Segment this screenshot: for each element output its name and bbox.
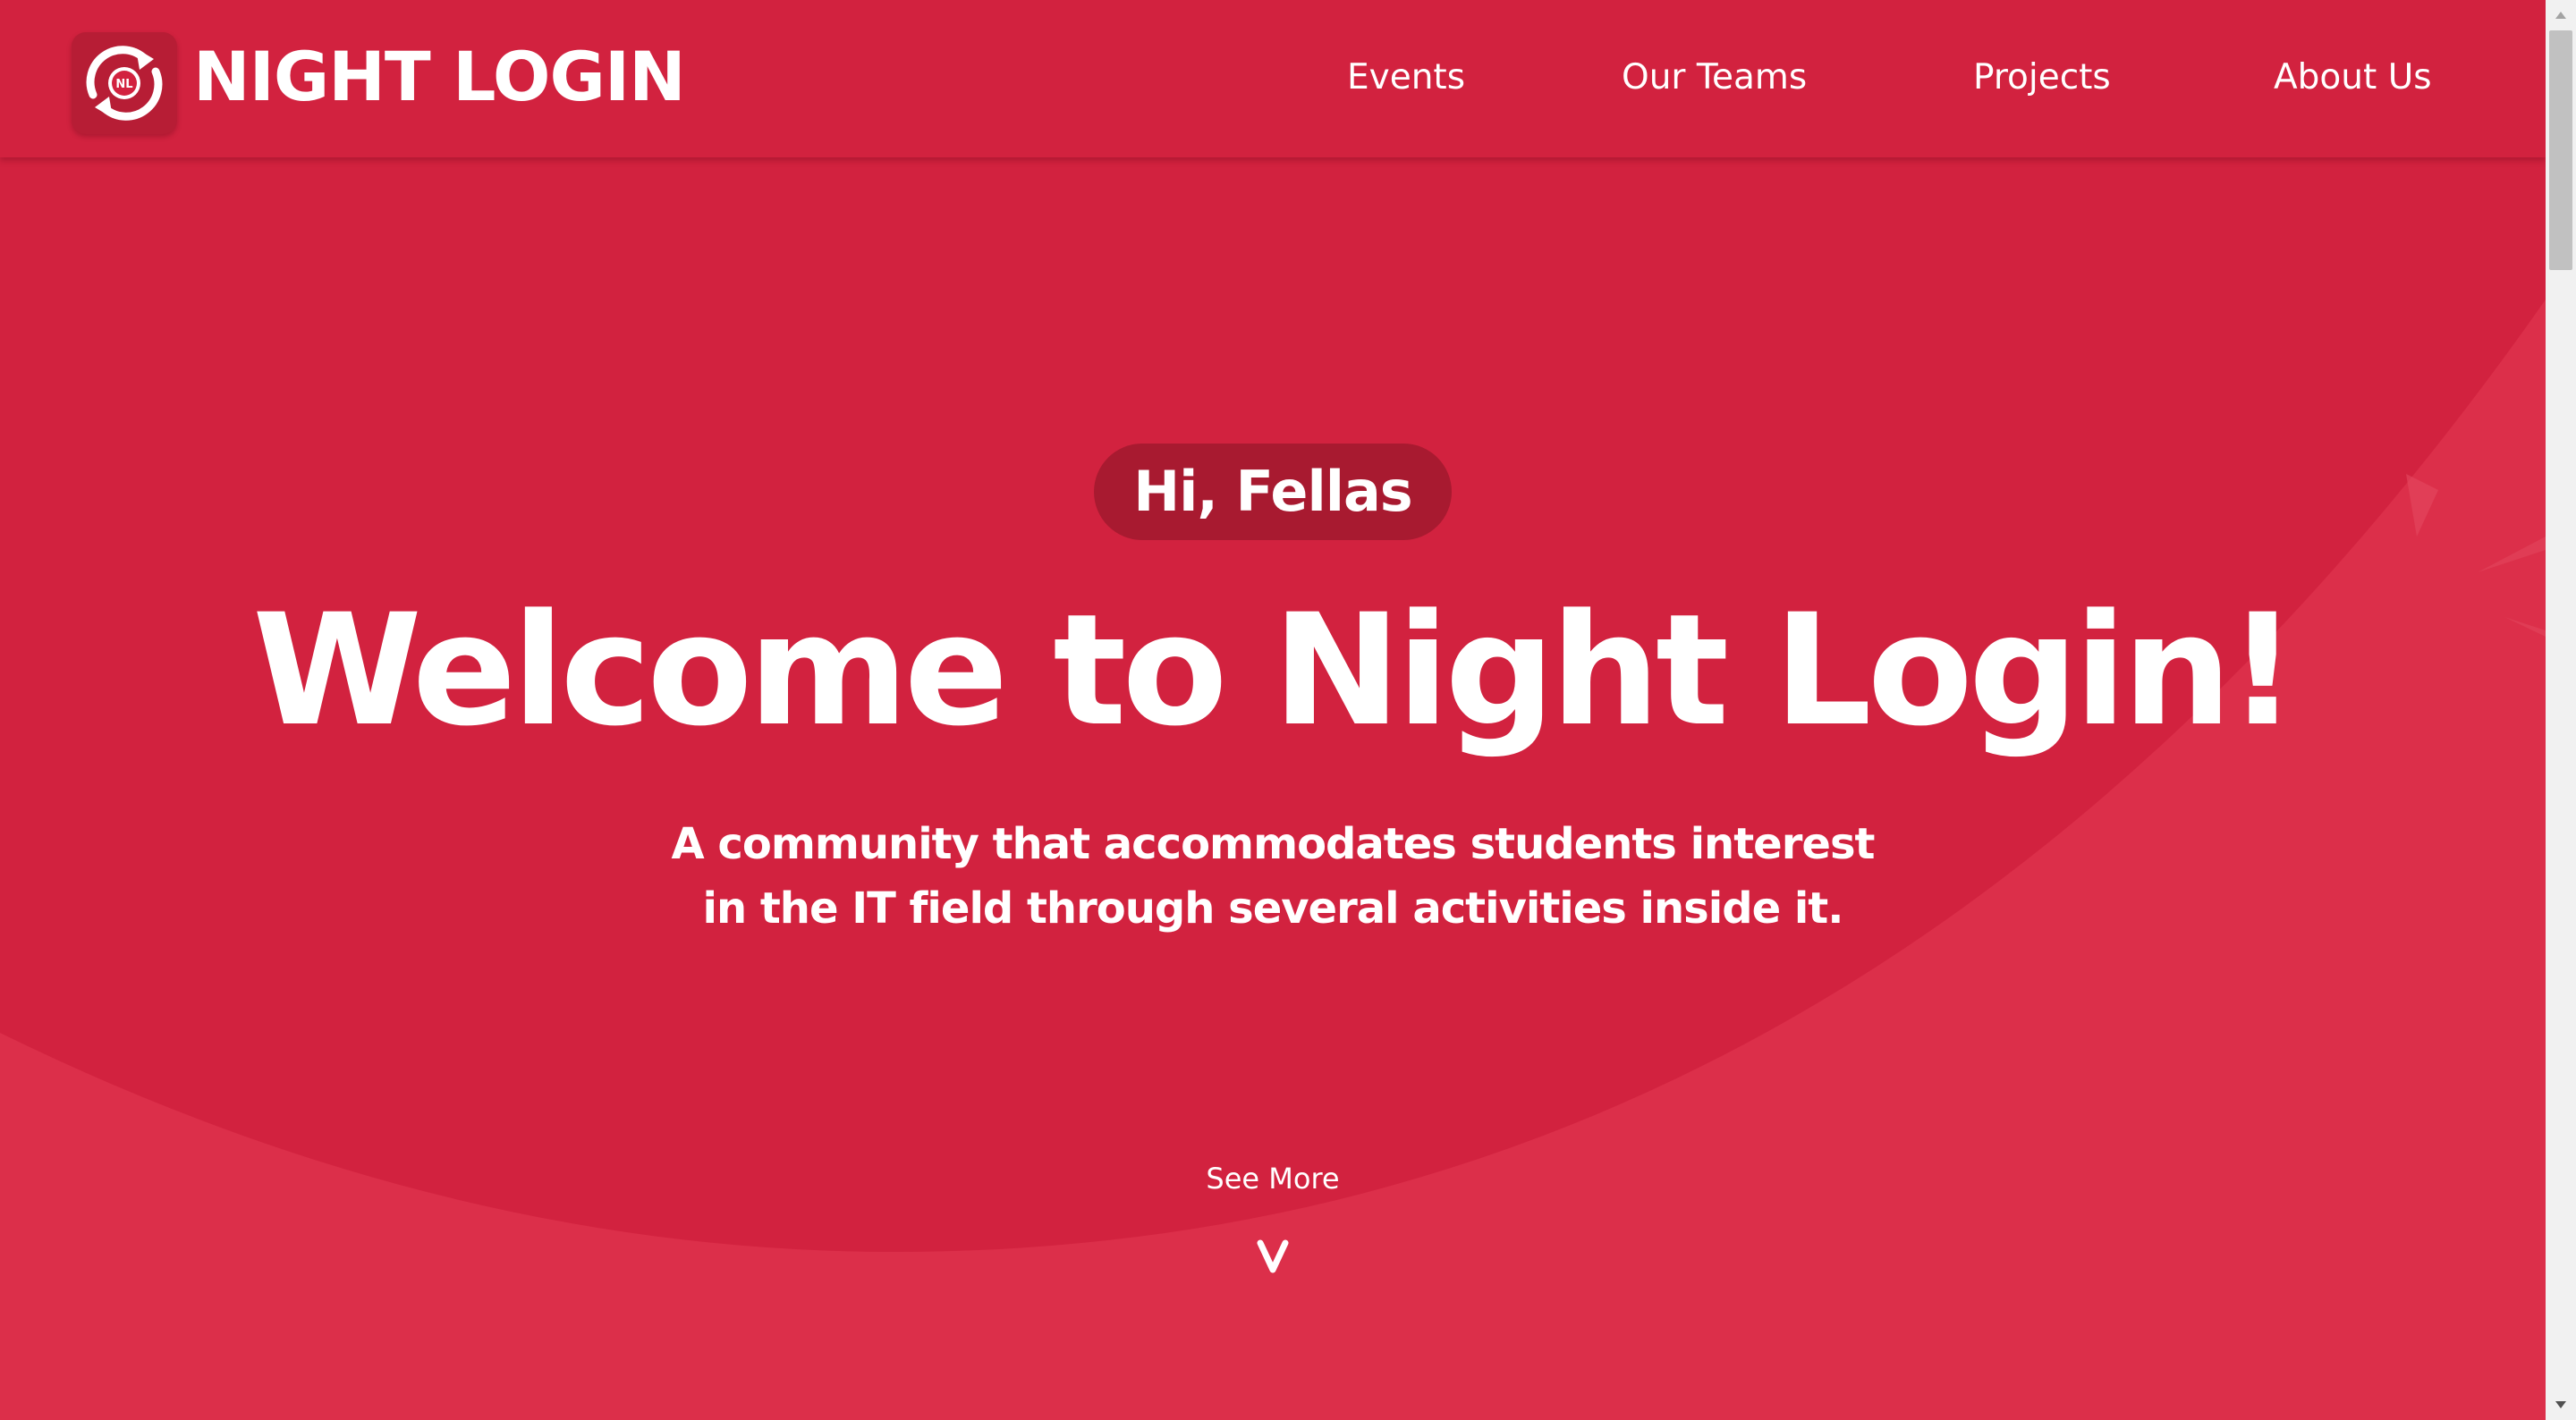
nav-projects[interactable]: Projects xyxy=(1973,45,2111,111)
vertical-scrollbar[interactable] xyxy=(2546,0,2576,1420)
top-navbar: NL NIGHT LOGIN Events Our Teams Projects… xyxy=(0,0,2546,157)
logo[interactable]: NL xyxy=(72,32,177,134)
scroll-up-arrow-icon[interactable] xyxy=(2546,0,2576,30)
hero-subtitle-line: in the IT field through several activiti… xyxy=(702,883,1844,934)
see-more-link[interactable]: See More xyxy=(1139,1155,1407,1202)
brand-name[interactable]: NIGHT LOGIN xyxy=(193,32,686,122)
hero-subtitle-line: A community that accommodates students i… xyxy=(671,819,1876,869)
greeting-badge: Hi, Fellas xyxy=(1094,444,1452,540)
nav-our-teams[interactable]: Our Teams xyxy=(1622,45,1807,111)
nav-about-us[interactable]: About Us xyxy=(2274,45,2432,111)
page: NL NIGHT LOGIN Events Our Teams Projects… xyxy=(0,0,2576,1420)
night-login-logo-icon: NL xyxy=(86,46,163,121)
hero-title: Welcome to Night Login! xyxy=(252,580,2298,760)
scrollbar-thumb[interactable] xyxy=(2549,30,2572,270)
scroll-down-arrow-icon[interactable] xyxy=(2546,1390,2576,1420)
chevron-down-icon[interactable] xyxy=(1250,1230,1295,1281)
hero-subtitle: A community that accommodates students i… xyxy=(0,812,2546,941)
nav-events[interactable]: Events xyxy=(1347,45,1465,111)
svg-text:NL: NL xyxy=(115,78,132,91)
